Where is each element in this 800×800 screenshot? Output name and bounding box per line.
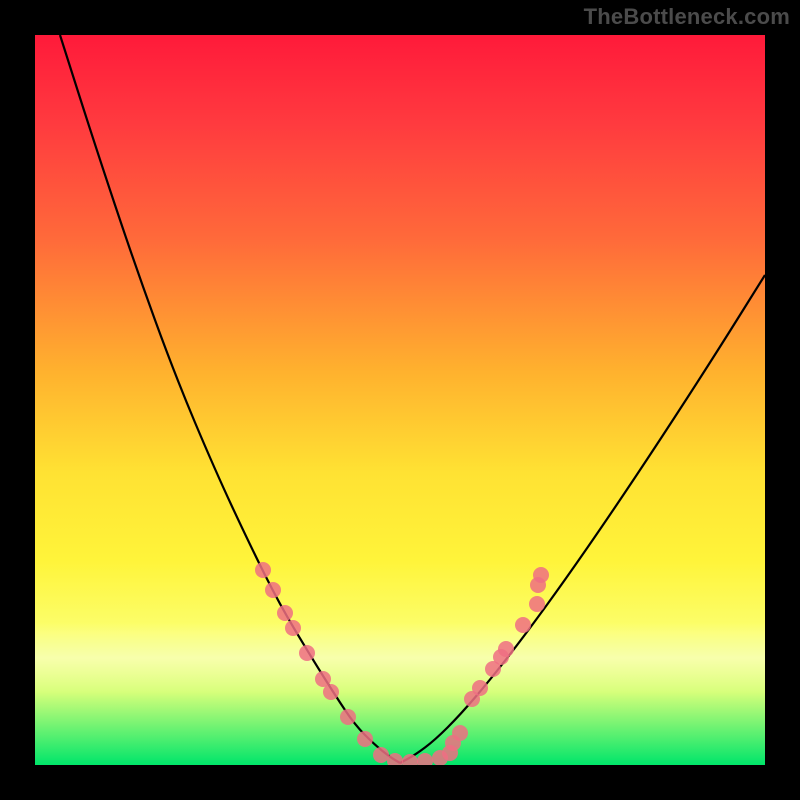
curves-svg	[35, 35, 765, 765]
watermark-text: TheBottleneck.com	[584, 4, 790, 30]
data-point	[533, 567, 549, 583]
data-point	[373, 747, 389, 763]
chart-container: TheBottleneck.com	[0, 0, 800, 800]
data-point	[265, 582, 281, 598]
plot-area	[35, 35, 765, 765]
data-point	[340, 709, 356, 725]
data-point	[498, 641, 514, 657]
data-point	[357, 731, 373, 747]
data-point	[472, 680, 488, 696]
data-point	[387, 753, 403, 765]
curve-right-curve	[400, 275, 765, 763]
data-point	[299, 645, 315, 661]
curve-left-curve	[60, 35, 400, 763]
data-point	[452, 725, 468, 741]
data-point	[277, 605, 293, 621]
data-point	[285, 620, 301, 636]
data-point	[515, 617, 531, 633]
data-point	[402, 754, 418, 765]
data-point	[417, 753, 433, 765]
data-point	[529, 596, 545, 612]
data-point	[323, 684, 339, 700]
data-point	[255, 562, 271, 578]
